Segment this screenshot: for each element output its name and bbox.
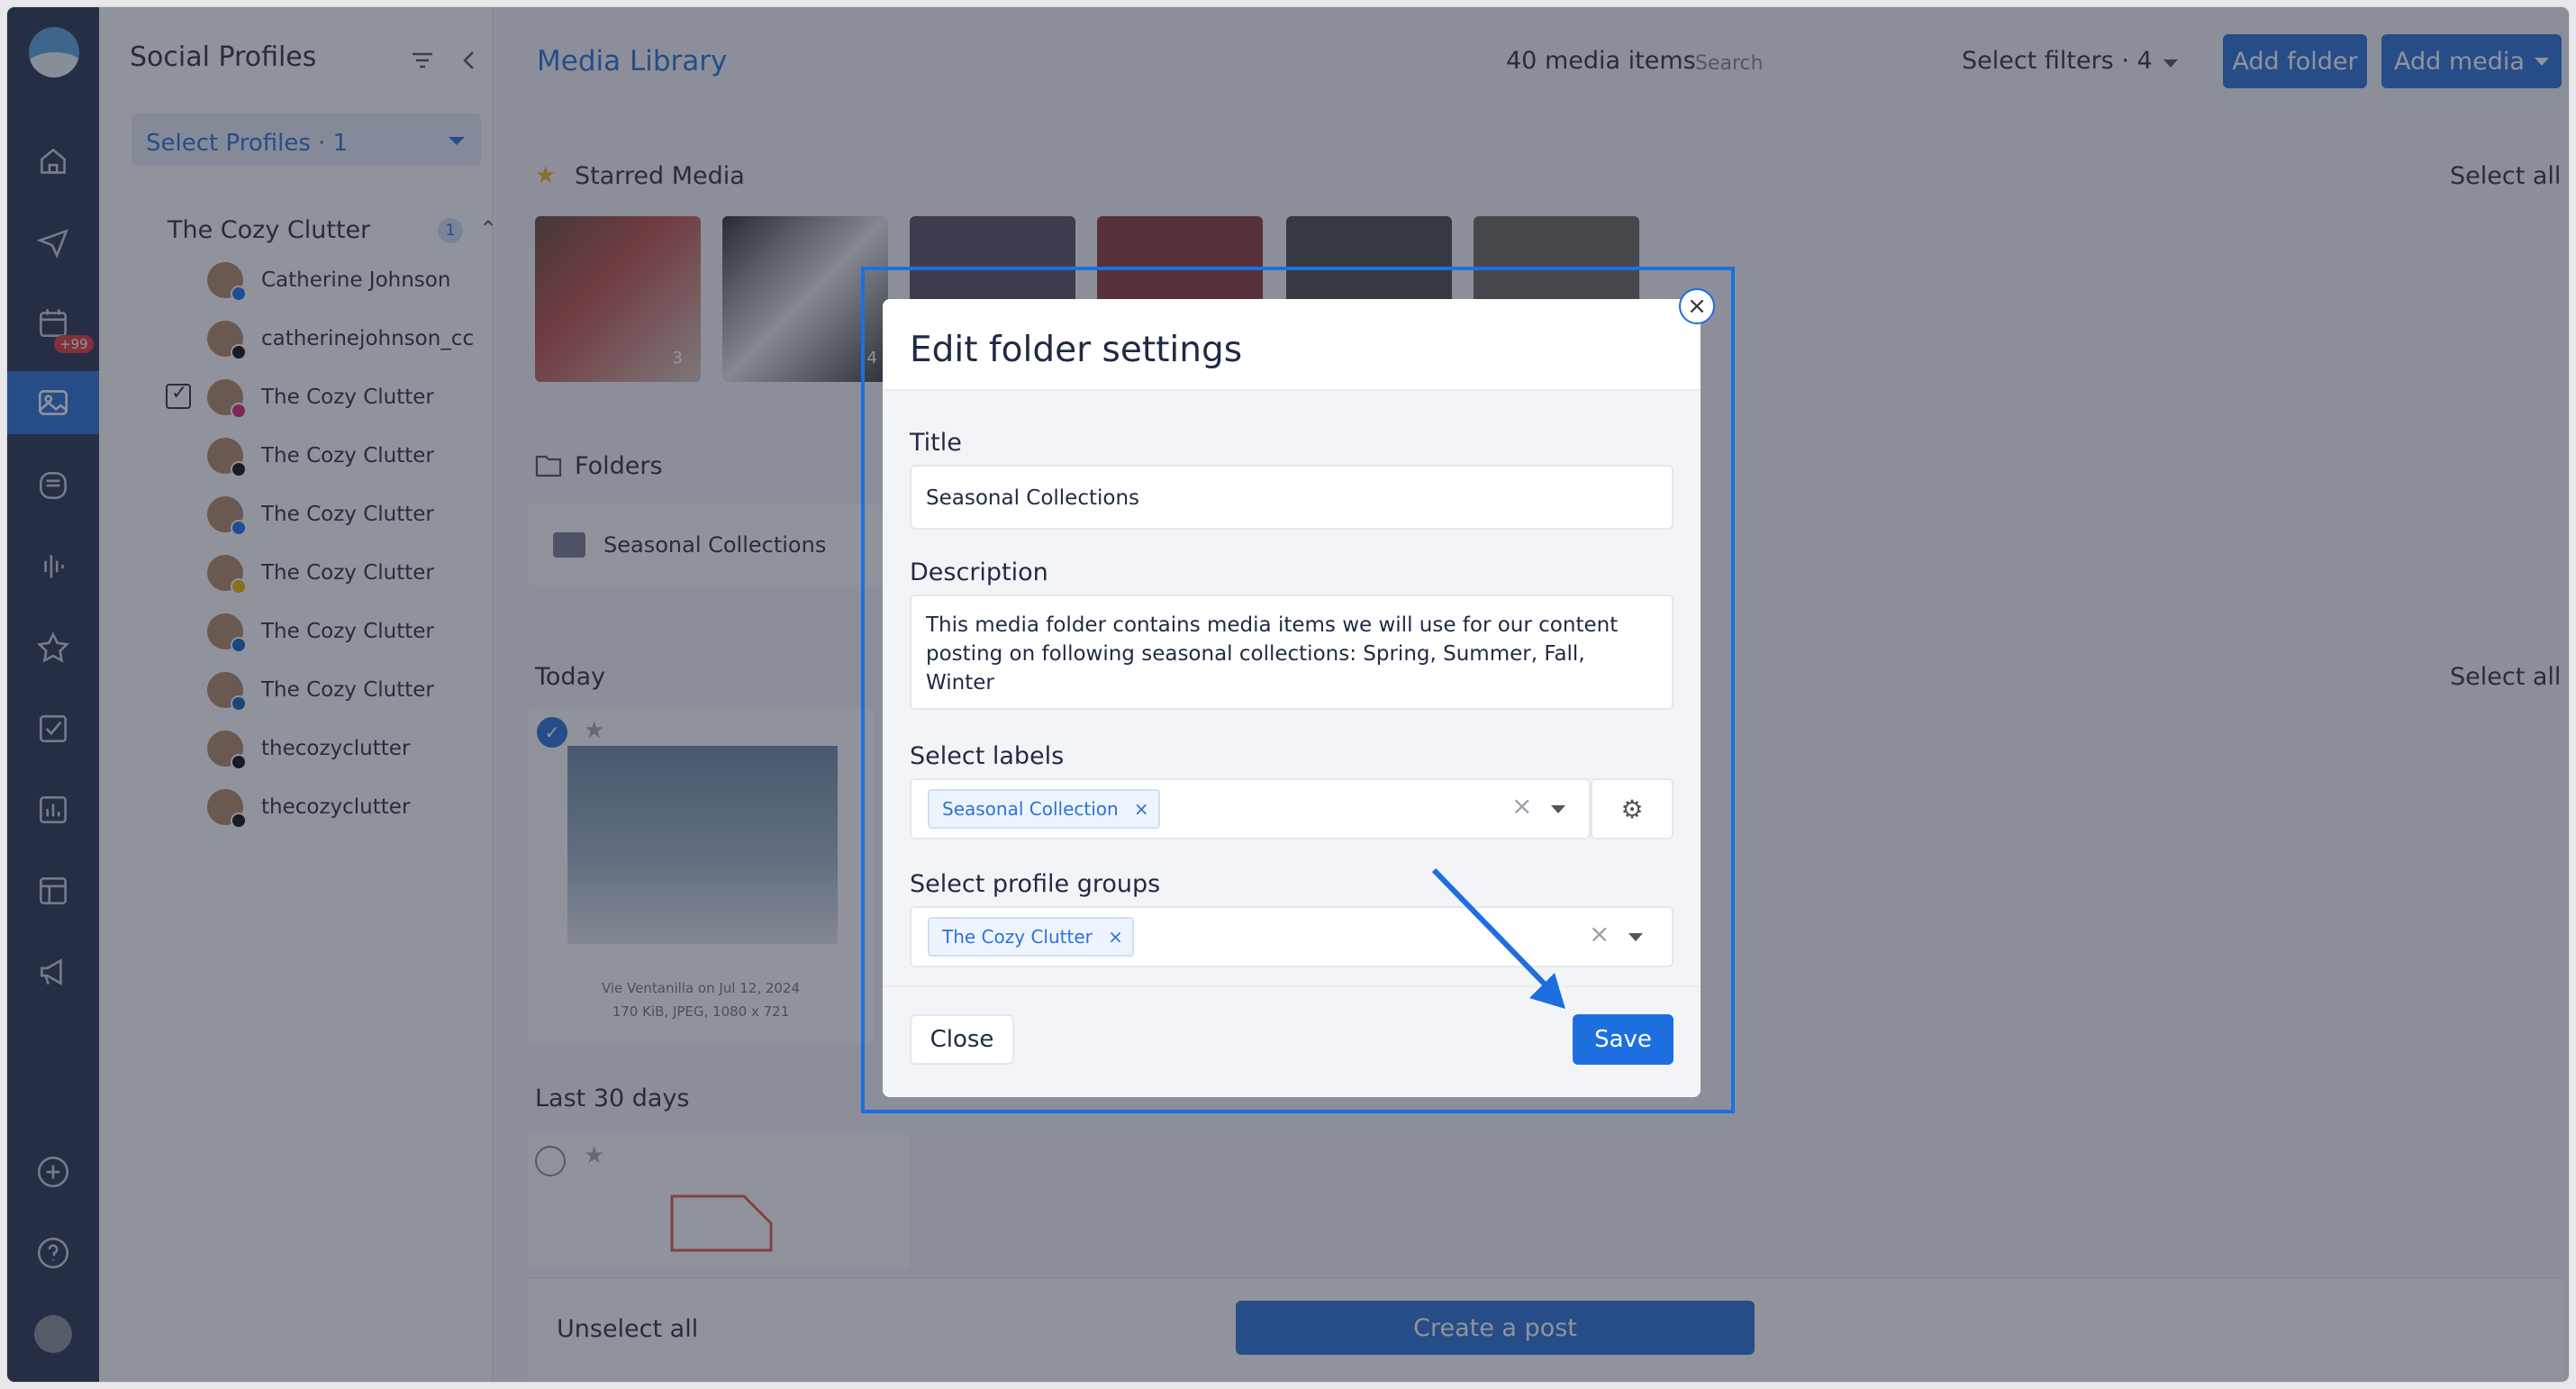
- app: +99: [7, 7, 2569, 1382]
- modal-title: Edit folder settings: [883, 299, 1701, 391]
- group-chip[interactable]: The Cozy Clutter ×: [928, 917, 1134, 957]
- group-chip-text: The Cozy Clutter: [942, 926, 1093, 948]
- labels-select[interactable]: Seasonal Collection × ×: [910, 778, 1591, 840]
- labels-label: Select labels: [910, 742, 1065, 770]
- title-input[interactable]: Seasonal Collections: [910, 465, 1673, 530]
- annotation-arrow-icon: [1431, 867, 1565, 1009]
- clear-icon[interactable]: ×: [1511, 791, 1532, 821]
- chip-remove-icon[interactable]: ×: [1134, 791, 1149, 827]
- profile-groups-label: Select profile groups: [910, 870, 1161, 898]
- caret-down-icon[interactable]: [1551, 805, 1565, 813]
- label-chip-text: Seasonal Collection: [942, 798, 1119, 820]
- chip-remove-icon[interactable]: ×: [1108, 919, 1123, 955]
- description-label: Description: [910, 558, 1048, 586]
- title-label: Title: [910, 429, 962, 457]
- save-button[interactable]: Save: [1573, 1014, 1673, 1065]
- description-textarea[interactable]: This media folder contains media items w…: [910, 595, 1673, 710]
- browser-frame: +99: [7, 7, 2569, 1382]
- close-button[interactable]: Close: [910, 1014, 1014, 1065]
- modal-close-icon[interactable]: ×: [1679, 288, 1715, 324]
- label-chip[interactable]: Seasonal Collection ×: [928, 789, 1160, 829]
- labels-settings-button[interactable]: ⚙: [1591, 778, 1673, 840]
- gear-icon: ⚙: [1620, 794, 1644, 824]
- clear-icon[interactable]: ×: [1589, 919, 1610, 949]
- caret-down-icon[interactable]: [1628, 933, 1643, 941]
